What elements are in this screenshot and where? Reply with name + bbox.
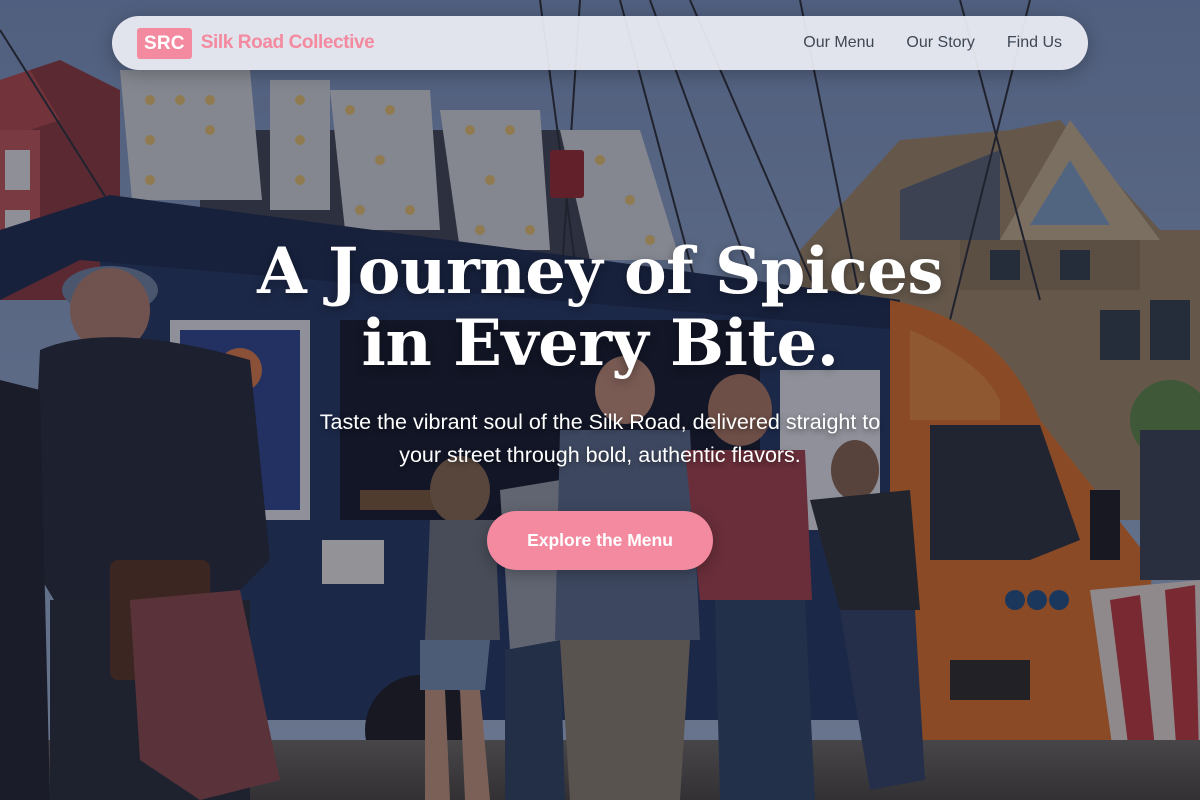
navbar: SRC Silk Road Collective Our Menu Our St… [112,16,1088,70]
nav-links: Our Menu Our Story Find Us [803,34,1062,52]
nav-link-our-menu[interactable]: Our Menu [803,34,874,52]
hero-title-line-2: in Every Bite. [361,306,839,381]
nav-link-find-us[interactable]: Find Us [1007,34,1062,52]
brand-logo-link[interactable]: SRC Silk Road Collective [137,27,375,59]
brand-name: Silk Road Collective [200,32,375,53]
nav-link-our-story[interactable]: Our Story [906,34,974,52]
hero-section: A Journey of Spices in Every Bite. Taste… [0,236,1200,570]
hero-subtitle-line-1: Taste the vibrant soul of the Silk Road,… [319,410,881,434]
brand-badge: SRC [137,27,192,59]
hero-subtitle-line-2: your street through bold, authentic flav… [399,443,801,467]
hero-title: A Journey of Spices in Every Bite. [0,236,1200,380]
hero-title-line-1: A Journey of Spices [257,234,943,309]
explore-menu-button[interactable]: Explore the Menu [487,511,713,570]
hero-subtitle: Taste the vibrant soul of the Silk Road,… [250,406,950,472]
